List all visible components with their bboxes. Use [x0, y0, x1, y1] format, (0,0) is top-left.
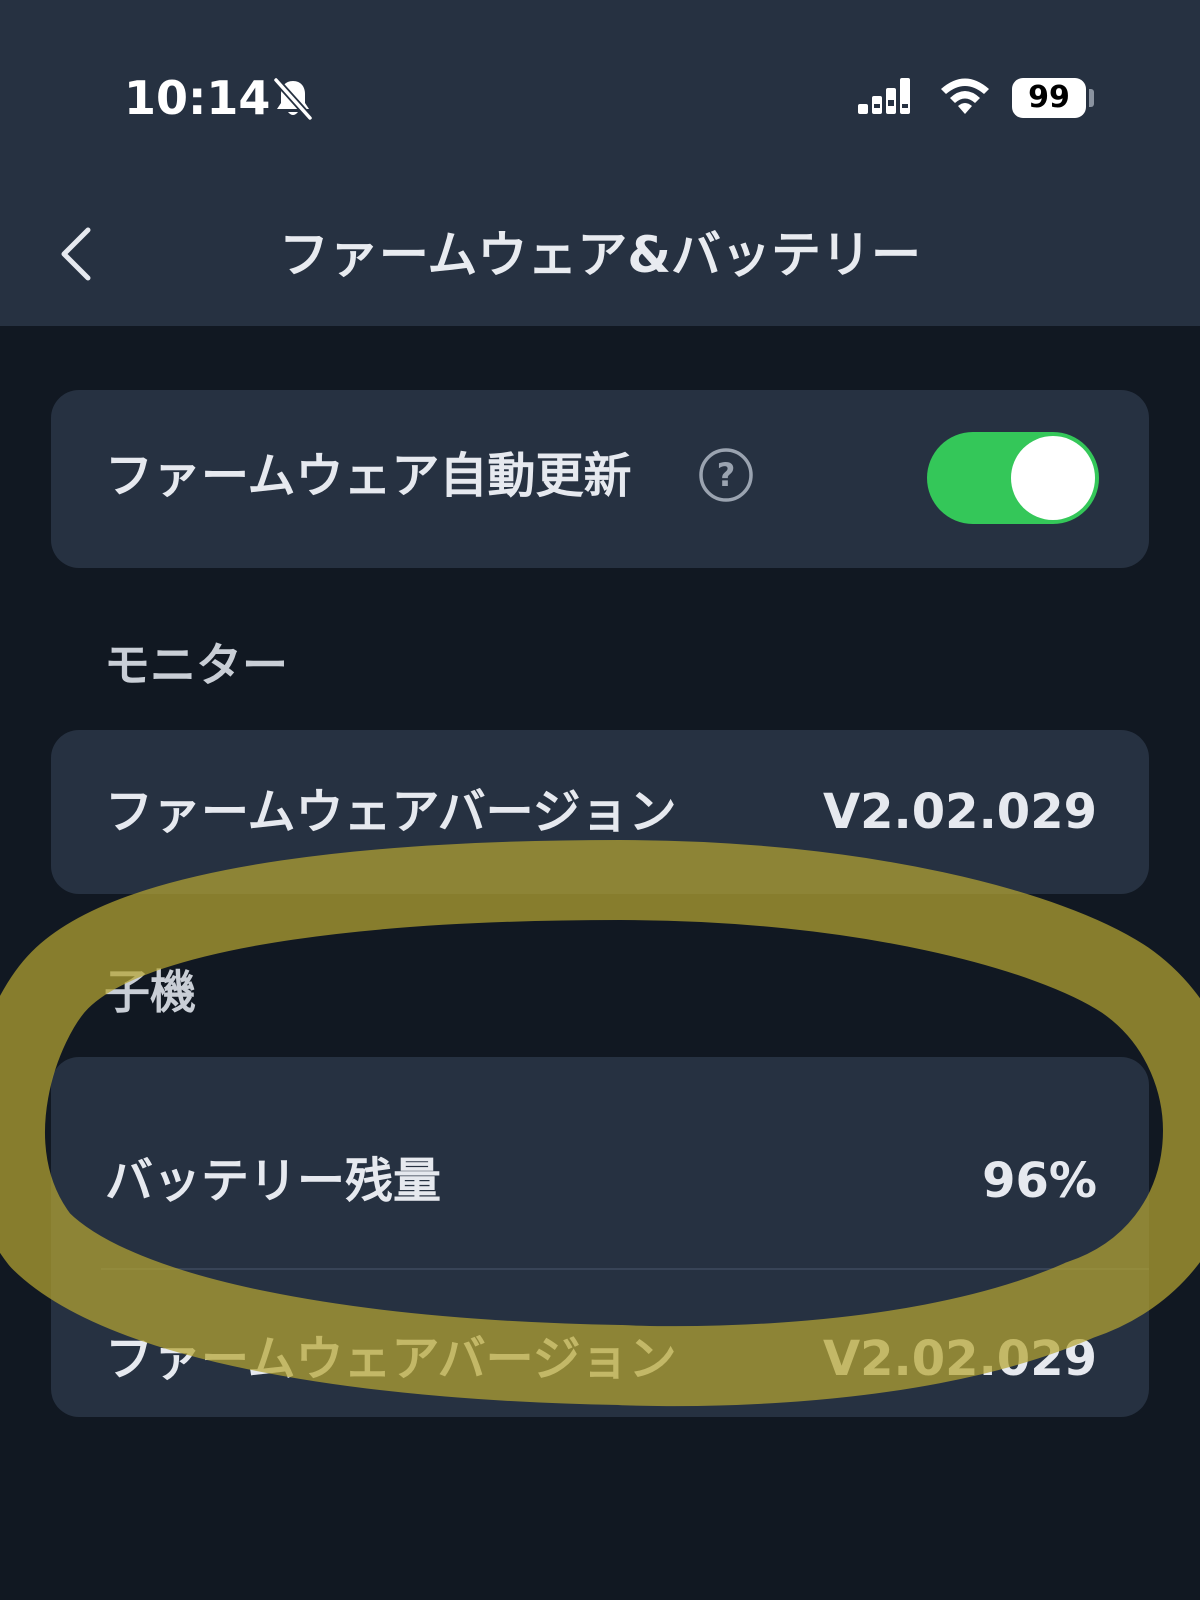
- battery-nub: [1089, 89, 1094, 107]
- monitor-card: ファームウェアバージョン V2.02.029: [51, 730, 1149, 894]
- toggle-knob: [1011, 436, 1095, 520]
- row-divider: [101, 1268, 1149, 1270]
- monitor-firmware-label: ファームウェアバージョン: [105, 784, 677, 840]
- status-time: 10:14: [124, 71, 271, 125]
- auto-update-label: ファームウェア自動更新: [105, 448, 632, 504]
- section-header-monitor: モニター: [104, 638, 288, 692]
- child-firmware-value: V2.02.029: [822, 1331, 1097, 1387]
- page-title: ファームウェア&バッテリー: [278, 226, 922, 284]
- child-battery-label: バッテリー残量: [105, 1153, 442, 1209]
- svg-text:?: ?: [717, 456, 736, 494]
- child-card: バッテリー残量 96% ファームウェアバージョン V2.02.029: [51, 1057, 1149, 1417]
- section-header-child: 子機: [104, 965, 196, 1019]
- battery-indicator: 99: [1012, 78, 1086, 118]
- auto-update-toggle[interactable]: [927, 432, 1099, 524]
- wifi-icon: [941, 78, 989, 114]
- monitor-firmware-value: V2.02.029: [822, 784, 1097, 840]
- child-firmware-label: ファームウェアバージョン: [105, 1331, 677, 1387]
- auto-update-card: ファームウェア自動更新 ?: [51, 390, 1149, 568]
- question-circle-icon[interactable]: ?: [697, 446, 755, 504]
- signal-icon: [858, 78, 910, 114]
- bell-slash-icon: [273, 77, 313, 121]
- child-battery-value: 96%: [982, 1153, 1097, 1209]
